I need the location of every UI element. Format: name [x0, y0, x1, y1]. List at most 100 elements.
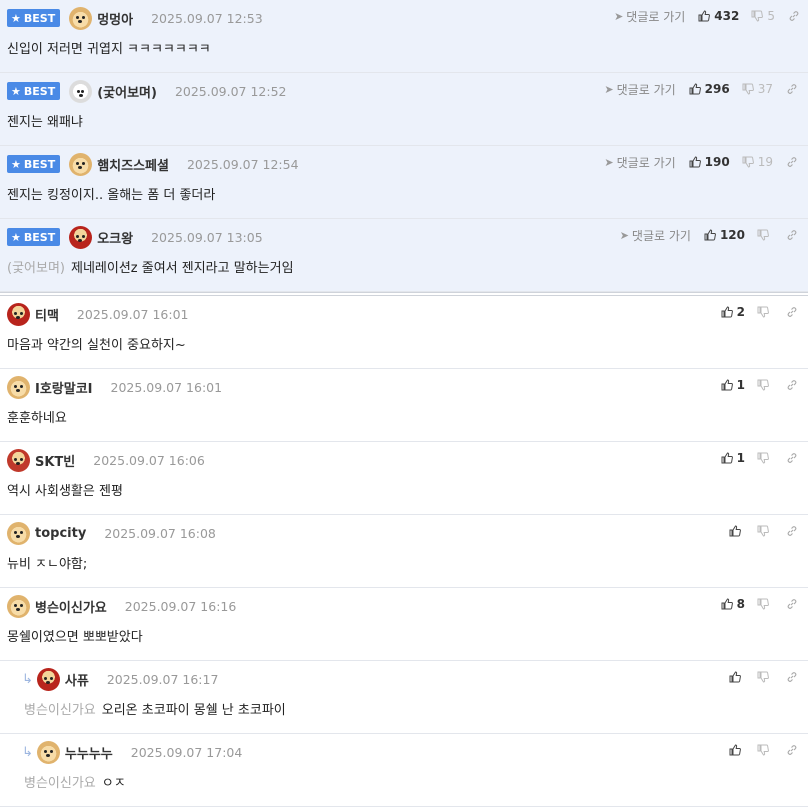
goto-comment-link[interactable]: ➤ 댓글로 가기: [614, 8, 685, 25]
skt-avatar[interactable]: [7, 448, 30, 472]
thumbs-down-icon: [757, 744, 769, 756]
comment-date: 2025.09.07 12:53: [151, 10, 263, 26]
upvote-button[interactable]: 1: [721, 451, 745, 465]
comment-nick[interactable]: 병슨이신가요: [35, 597, 107, 616]
comment-nick[interactable]: SKT빈: [35, 451, 75, 470]
navigate-arrow-icon: ➤: [604, 82, 614, 96]
link-icon[interactable]: [786, 306, 798, 318]
thumbs-down-icon: [751, 10, 764, 22]
comment-text: 훈훈하네요: [7, 411, 67, 426]
comment-date: 2025.09.07 16:01: [110, 379, 223, 395]
comment-nick[interactable]: 사퓨: [65, 670, 89, 689]
thumbs-up-icon: [729, 671, 741, 683]
link-icon[interactable]: [788, 10, 800, 22]
link-icon[interactable]: [786, 379, 798, 391]
upvote-button[interactable]: 1: [721, 378, 745, 392]
upvote-button[interactable]: 8: [721, 597, 745, 611]
puppy-avatar[interactable]: [69, 152, 93, 176]
comment-date: 2025.09.07 12:52: [174, 83, 287, 99]
pooh-avatar[interactable]: [7, 302, 30, 326]
link-icon[interactable]: [786, 452, 798, 464]
navigate-arrow-icon: ➤: [619, 228, 629, 242]
comment-nick[interactable]: (궃어보며): [97, 82, 157, 101]
comment-nick[interactable]: I호랑말코I: [35, 378, 93, 397]
comment-text: 젠지는 왜패냐: [7, 115, 83, 130]
thumbs-up-icon: [721, 306, 733, 318]
thumbs-up-icon: [729, 744, 741, 756]
thumbs-down-icon: [742, 83, 754, 95]
comment-date: 2025.09.07 16:08: [104, 525, 216, 541]
reply-target[interactable]: 병슨이신가요: [24, 703, 96, 718]
link-icon[interactable]: [786, 156, 798, 168]
reply-target[interactable]: 병슨이신가요: [24, 776, 96, 791]
thumbs-down-icon: [757, 379, 769, 391]
comment-nick[interactable]: 오크왕: [97, 228, 133, 247]
link-icon[interactable]: [786, 598, 798, 610]
upvote-button[interactable]: [729, 671, 745, 683]
puppy-avatar[interactable]: [7, 375, 30, 399]
downvote-button[interactable]: [757, 671, 773, 683]
downvote-button[interactable]: [757, 598, 773, 610]
link-icon[interactable]: [786, 83, 798, 95]
downvote-button[interactable]: [757, 379, 773, 391]
upvote-button[interactable]: 432: [698, 9, 739, 23]
pooh-avatar[interactable]: [36, 667, 60, 691]
downvote-button[interactable]: [757, 452, 773, 464]
best-comment: ★ BEST 오크왕 2025.09.07 13:05 ➤ 댓글로 가기 120 (…: [0, 219, 808, 292]
comment-nick[interactable]: 멍멍아: [97, 9, 133, 28]
comment: 티맥 2025.09.07 16:01 2 마음과 약간의 실천이 중요하지~: [0, 296, 808, 369]
comment-nick[interactable]: 티맥: [35, 305, 59, 324]
downvote-button[interactable]: [757, 525, 773, 537]
comment-text: 신입이 저러면 귀엽지 ㅋㅋㅋㅋㅋㅋㅋ: [7, 42, 211, 57]
puppy-avatar[interactable]: [36, 740, 60, 764]
reply-target[interactable]: (궃어보며): [7, 261, 65, 276]
comment-text: 역시 사회생활은 젠평: [7, 484, 123, 499]
comment: SKT빈 2025.09.07 16:06 1 역시 사회생활은 젠평: [0, 442, 808, 515]
downvote-button[interactable]: 37: [742, 82, 773, 96]
upvote-button[interactable]: 190: [689, 155, 730, 169]
goto-comment-link[interactable]: ➤ 댓글로 가기: [604, 154, 675, 171]
pooh-avatar[interactable]: [69, 225, 93, 249]
downvote-button[interactable]: [757, 229, 773, 241]
comment-text: 뉴비 ㅈㄴ야함;: [7, 557, 88, 572]
downvote-button[interactable]: [757, 744, 773, 756]
comment-list: ★ BEST 멍멍아 2025.09.07 12:53 ➤ 댓글로 가기 432 5…: [0, 0, 808, 807]
downvote-button[interactable]: [757, 306, 773, 318]
comment-date: 2025.09.07 12:54: [186, 156, 299, 172]
best-comment: ★ BEST 멍멍아 2025.09.07 12:53 ➤ 댓글로 가기 432 5…: [0, 0, 808, 73]
link-icon[interactable]: [786, 671, 798, 683]
navigate-arrow-icon: ➤: [604, 155, 614, 169]
thumbs-up-icon: [698, 10, 711, 22]
comment-text: 병슨이신가요 오리온 초코파이 몽쉘 난 초코파이: [24, 703, 286, 718]
upvote-button[interactable]: [729, 525, 745, 537]
link-icon[interactable]: [786, 229, 798, 241]
downvote-button[interactable]: 19: [742, 155, 773, 169]
upvote-button[interactable]: 296: [689, 82, 730, 96]
comment-nick[interactable]: 누누누누: [65, 743, 113, 762]
upvote-button[interactable]: [729, 744, 745, 756]
comment-nick[interactable]: topcity: [35, 526, 86, 541]
goto-comment-link[interactable]: ➤ 댓글로 가기: [620, 227, 691, 244]
downvote-button[interactable]: 5: [751, 9, 775, 23]
thumbs-up-icon: [689, 83, 701, 95]
upvote-button[interactable]: 120: [704, 228, 745, 242]
puppy-avatar[interactable]: [7, 594, 30, 618]
link-icon[interactable]: [786, 525, 798, 537]
star-icon: ★: [11, 157, 21, 171]
thumbs-down-icon: [757, 306, 769, 318]
comment-text: 병슨이신가요 ㅇㅈ: [24, 776, 126, 791]
link-icon[interactable]: [786, 744, 798, 756]
white-dog-avatar[interactable]: [69, 79, 93, 103]
thumbs-up-icon: [721, 452, 733, 464]
comment-nick[interactable]: 햄치즈스페셜: [97, 155, 169, 174]
goto-comment-link[interactable]: ➤ 댓글로 가기: [604, 81, 675, 98]
reply-comment: ↳ 누누누누 2025.09.07 17:04 병슨이신가요 ㅇㅈ: [0, 734, 808, 807]
comment: 병슨이신가요 2025.09.07 16:16 8 몽쉘이였으면 뽀뽀받았다: [0, 588, 808, 661]
puppy-avatar[interactable]: [7, 521, 30, 545]
comment-text: 몽쉘이였으면 뽀뽀받았다: [7, 630, 143, 645]
upvote-button[interactable]: 2: [721, 305, 745, 319]
puppy-avatar[interactable]: [69, 6, 93, 30]
comment-date: 2025.09.07 16:16: [124, 598, 237, 614]
comment-date: 2025.09.07 13:05: [151, 229, 263, 245]
reply-arrow-icon: ↳: [22, 671, 33, 687]
